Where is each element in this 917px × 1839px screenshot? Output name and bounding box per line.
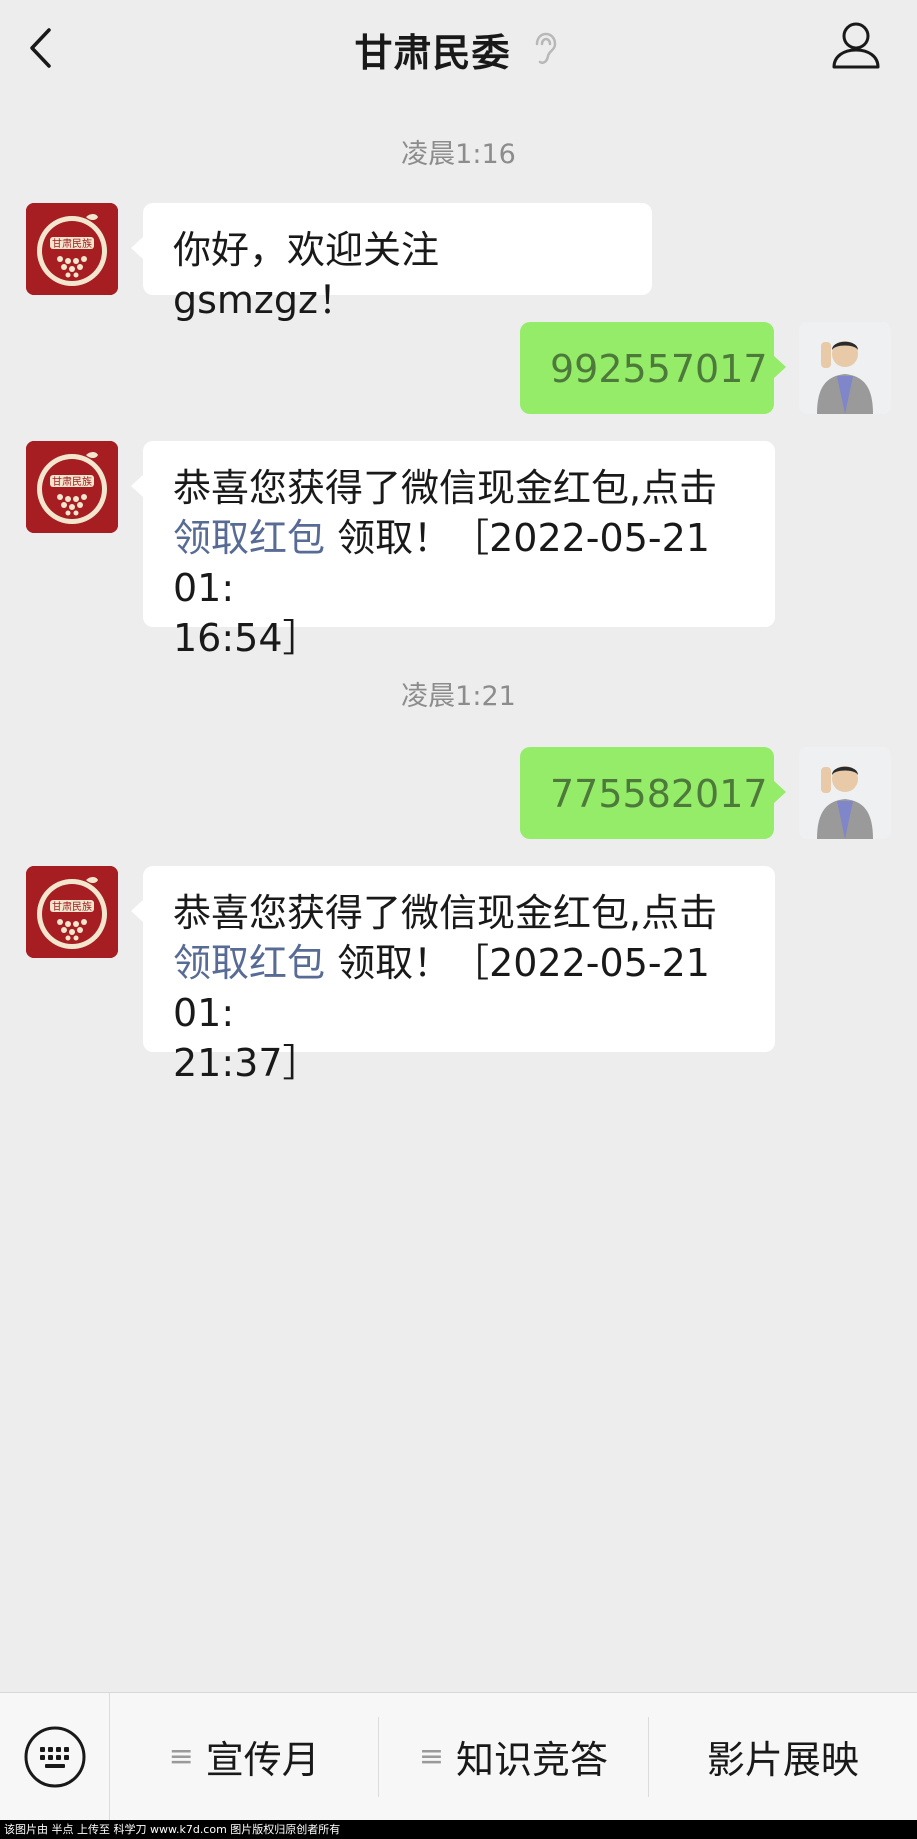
submenu-icon: ≡ (168, 1739, 194, 1774)
message-text: 992557017 (550, 347, 768, 391)
message-bubble[interactable]: 恭喜您获得了微信现金红包,点击 领取红包 领取！［2022-05-21 01: … (131, 441, 775, 660)
keyboard-toggle-button[interactable] (0, 1692, 110, 1821)
message-bubble[interactable]: 恭喜您获得了微信现金红包,点击 领取红包 领取！［2022-05-21 01: … (131, 866, 775, 1085)
menu-item-label: 影片展映 (706, 1738, 859, 1782)
message-bubble[interactable]: 775582017 (520, 747, 786, 839)
menu-item-film-screening[interactable]: 影片展映 (647, 1716, 917, 1797)
person-icon (832, 22, 880, 69)
back-button[interactable] (28, 24, 62, 72)
user-avatar[interactable] (799, 322, 891, 414)
menu-item-label: 知识竞答 (456, 1738, 609, 1782)
message-bubble[interactable]: 你好，欢迎关注 gsmzgz！ (131, 203, 652, 322)
timestamp: 凌晨1:21 (401, 681, 516, 712)
message-text: 恭喜您获得了微信现金红包,点击 (173, 891, 718, 935)
submenu-icon: ≡ (418, 1739, 445, 1774)
logo-icon: 甘肃民族 (26, 866, 118, 958)
official-account-avatar[interactable]: 甘肃民族 (26, 866, 118, 958)
chevron-left-icon (30, 28, 51, 68)
profile-button[interactable] (831, 20, 881, 72)
svg-text:甘肃民族: 甘肃民族 (52, 475, 92, 488)
svg-text:甘肃民族: 甘肃民族 (52, 237, 92, 250)
message-bubble[interactable]: 992557017 (520, 322, 786, 414)
menu-item-quiz[interactable]: ≡ 知识竞答 (378, 1716, 647, 1797)
message-text: 16:54］ (173, 616, 321, 660)
menu-item-label: 宣传月 (205, 1738, 320, 1782)
keyboard-icon (24, 1726, 85, 1787)
logo-icon: 甘肃民族 (26, 203, 118, 295)
claim-red-packet-link[interactable]: 领取红包 (173, 516, 325, 560)
official-account-avatar[interactable]: 甘肃民族 (26, 441, 118, 533)
chat-title: 甘肃民委 (354, 30, 511, 75)
logo-icon: 甘肃民族 (26, 441, 118, 533)
person-photo-icon (799, 322, 891, 414)
message-text: 775582017 (550, 772, 768, 816)
timestamp: 凌晨1:16 (401, 139, 516, 170)
menu-item-publicity-month[interactable]: ≡ 宣传月 (110, 1717, 378, 1797)
watermark-footer: 该图片由 半点 上传至 科学刀 www.k7d.com 图片版权归原创者所有 (0, 1820, 917, 1839)
user-avatar[interactable] (799, 747, 891, 839)
claim-red-packet-link[interactable]: 领取红包 (173, 941, 325, 985)
official-account-avatar[interactable]: 甘肃民族 (26, 203, 118, 295)
message-text: 你好，欢迎关注 gsmzgz！ (173, 228, 440, 322)
message-list[interactable]: 凌晨1:16 甘肃民族 你好，欢迎关注 gsmzgz！ 992557017 甘肃… (0, 98, 917, 1692)
earpiece-mode-icon (533, 31, 563, 67)
person-photo-icon (799, 747, 891, 839)
message-text: 21:37］ (173, 1041, 321, 1085)
official-account-menu: ≡ 宣传月 ≡ 知识竞答 影片展映 (0, 1692, 917, 1821)
svg-text:甘肃民族: 甘肃民族 (52, 900, 92, 913)
message-text: 恭喜您获得了微信现金红包,点击 (173, 466, 718, 510)
chat-header: 甘肃民委 (0, 0, 917, 98)
